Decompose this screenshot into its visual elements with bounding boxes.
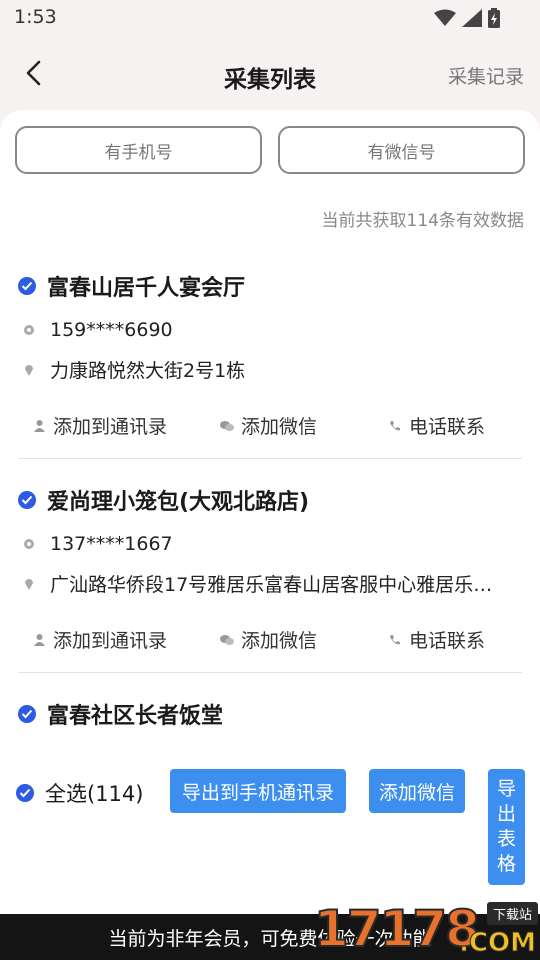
status-bar: 1:53 (0, 0, 540, 36)
add-to-contacts-label: 添加到通讯录 (53, 630, 168, 652)
entry-address: 广汕路华侨段17号雅居乐富春山居客服中心雅居乐富春山居 (50, 574, 510, 596)
entry-address: 力康路悦然大街2号1栋 (50, 360, 246, 382)
wifi-icon (434, 9, 456, 26)
call-label: 电话联系 (409, 416, 486, 438)
export-to-contacts-button[interactable]: 导出到手机通讯录 (170, 769, 346, 813)
status-time: 1:53 (14, 6, 57, 28)
bottom-action-bar: 全选(114) 导出到手机通讯录 添加微信 导 出 表 格 (0, 768, 540, 886)
check-icon[interactable] (18, 277, 36, 295)
divider (18, 458, 522, 459)
export-table-char: 表 (496, 828, 516, 850)
entry-name: 富春山居千人宴会厅 (47, 276, 246, 301)
location-icon (22, 363, 36, 377)
watermark-suffix: .COM (459, 928, 537, 959)
battery-icon (488, 8, 500, 28)
add-wechat-button[interactable]: 添加微信 (220, 412, 317, 439)
phone-icon (22, 323, 36, 337)
collect-records-link[interactable]: 采集记录 (448, 62, 524, 89)
person-icon (32, 419, 46, 433)
wechat-icon (220, 419, 234, 433)
add-to-contacts-label: 添加到通讯录 (53, 416, 168, 438)
entry-header: 爱尚理小笼包(大观北路店) (18, 484, 309, 516)
location-icon (22, 577, 36, 591)
watermark-number: 17178 (313, 899, 481, 959)
entry-actions: 添加到通讯录 添加微信 电话联系 (0, 412, 540, 442)
watermark-logo: 17178 下载站 .COM (313, 899, 540, 960)
add-to-contacts-button[interactable]: 添加到通讯录 (32, 626, 167, 653)
entry-name: 富春社区长者饭堂 (47, 704, 224, 729)
add-to-contacts-button[interactable]: 添加到通讯录 (32, 412, 167, 439)
entry-phone: 159****6690 (50, 319, 173, 341)
add-wechat-button[interactable]: 添加微信 (220, 626, 317, 653)
entry-actions: 添加到通讯录 添加微信 电话联系 (0, 626, 540, 656)
divider (18, 672, 522, 673)
select-all-label: 全选(114) (45, 782, 144, 806)
wechat-icon (220, 633, 234, 647)
select-all-toggle[interactable]: 全选(114) (16, 778, 143, 808)
bulk-add-wechat-button[interactable]: 添加微信 (369, 769, 465, 813)
entry-header: 富春山居千人宴会厅 (18, 270, 245, 302)
call-button[interactable]: 电话联系 (388, 626, 485, 653)
entry-phone-row: 159****6690 (22, 319, 173, 341)
export-table-char: 格 (496, 853, 516, 875)
signal-icon (462, 9, 482, 27)
status-icons (434, 8, 500, 28)
call-icon (388, 419, 402, 433)
watermark-tag: 下载站 (486, 902, 538, 925)
filter-has-wechat-button[interactable]: 有微信号 (278, 126, 525, 174)
call-button[interactable]: 电话联系 (388, 412, 485, 439)
call-icon (388, 633, 402, 647)
entry-address-row: 广汕路华侨段17号雅居乐富春山居客服中心雅居乐富春山居 (22, 570, 510, 597)
export-table-char: 出 (496, 803, 516, 825)
check-icon (16, 784, 34, 802)
check-icon[interactable] (18, 491, 36, 509)
entry-name: 爱尚理小笼包(大观北路店) (47, 490, 310, 515)
nav-bar: 采集列表 采集记录 (0, 44, 540, 104)
call-label: 电话联系 (409, 630, 486, 652)
result-count-note: 当前共获取114条有效数据 (321, 211, 524, 231)
phone-icon (22, 537, 36, 551)
entry-address-row: 力康路悦然大街2号1栋 (22, 356, 510, 383)
entry-header: 富春社区长者饭堂 (18, 698, 223, 730)
entry-phone: 137****1667 (50, 533, 173, 555)
add-wechat-label: 添加微信 (241, 630, 318, 652)
add-wechat-label: 添加微信 (241, 416, 318, 438)
export-table-button[interactable]: 导 出 表 格 (488, 769, 525, 885)
entry-phone-row: 137****1667 (22, 533, 173, 555)
filter-has-phone-button[interactable]: 有手机号 (15, 126, 262, 174)
export-table-char: 导 (496, 778, 516, 800)
person-icon (32, 633, 46, 647)
check-icon[interactable] (18, 705, 36, 723)
